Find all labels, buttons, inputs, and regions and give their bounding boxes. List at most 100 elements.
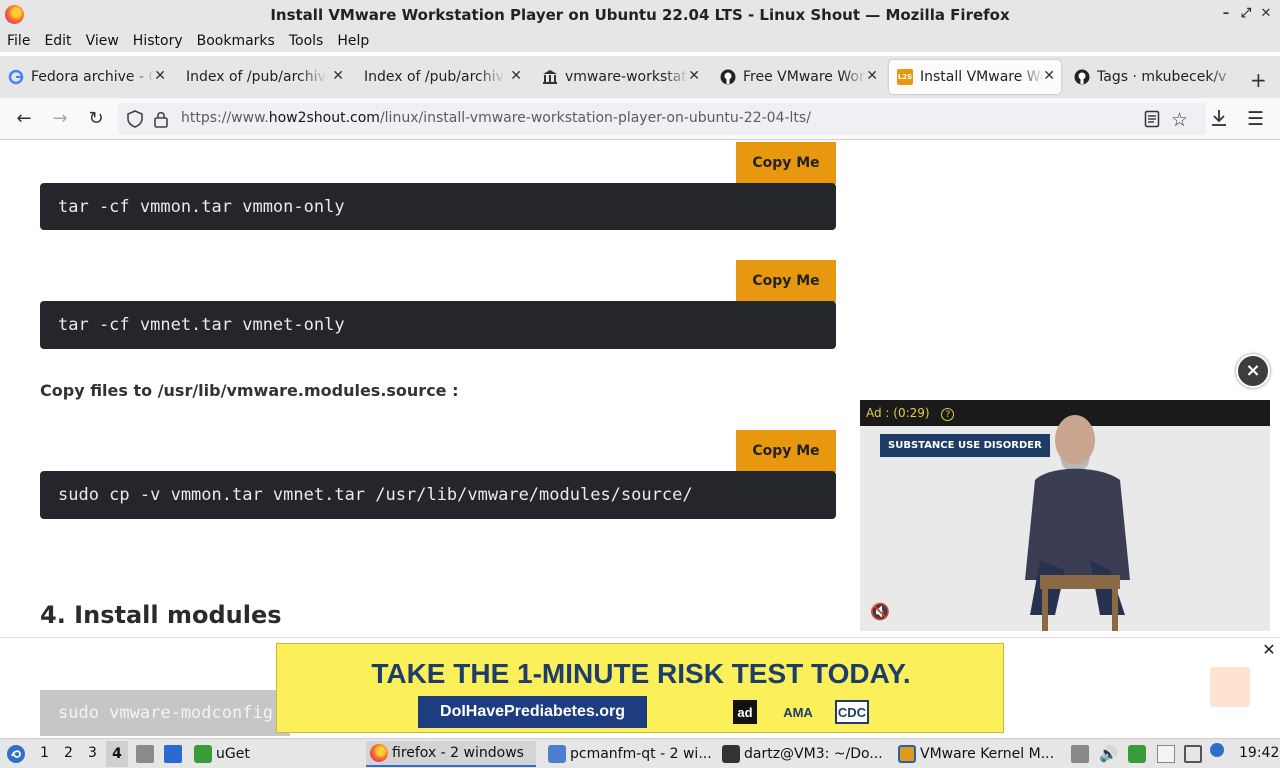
- ad-council-logo: ad: [733, 700, 757, 724]
- navigation-bar: ← → ↻ https://www.how2shout.com/linux/in…: [0, 98, 1280, 140]
- ad-timer-label: Ad : (0:29): [866, 406, 930, 420]
- workspace-1[interactable]: 1: [40, 745, 49, 761]
- uget-tray-icon[interactable]: [1128, 745, 1146, 763]
- workspace-4[interactable]: 4: [106, 741, 128, 767]
- task-uget[interactable]: uGet: [194, 741, 354, 767]
- workspace-3[interactable]: 3: [88, 745, 97, 761]
- task-label: dartz@VM3: ~/Do...: [744, 746, 883, 762]
- clock[interactable]: 19:42: [1239, 745, 1279, 761]
- menu-help[interactable]: Help: [330, 33, 376, 49]
- task-firefox[interactable]: firefox - 2 windows: [366, 741, 536, 767]
- workspace-2[interactable]: 2: [64, 745, 73, 761]
- tab-label: Tags · mkubecek/v: [1097, 69, 1227, 85]
- tab-vmware-workstation[interactable]: vmware-workstatio ✕: [534, 60, 706, 94]
- close-window-button[interactable]: ✕: [1257, 5, 1275, 23]
- file-manager-launcher-icon[interactable]: [136, 745, 154, 763]
- tab-label: Index of /pub/archive: [364, 69, 506, 85]
- tab-close-icon[interactable]: ✕: [688, 68, 700, 84]
- tab-fedora-archive[interactable]: Fedora archive - G ✕: [0, 60, 172, 94]
- banner-ad[interactable]: TAKE THE 1-MINUTE RISK TEST TODAY. DoIHa…: [276, 643, 1004, 733]
- code-block-2: tar -cf vmnet.tar vmnet-only: [40, 301, 836, 349]
- notes-tray-icon[interactable]: [1157, 745, 1175, 763]
- uget-icon: [194, 745, 212, 763]
- reload-button[interactable]: ↻: [85, 108, 107, 130]
- desktop-launcher-icon[interactable]: [164, 745, 182, 763]
- menu-edit[interactable]: Edit: [37, 33, 78, 49]
- banner-url-button[interactable]: DoIHavePrediabetes.org: [418, 696, 647, 728]
- bottom-ad-region: sudo vmware-modconfig TAKE THE 1-MINUTE …: [0, 637, 1280, 738]
- firefox-logo-icon: [5, 5, 24, 24]
- tab-label: Fedora archive - G: [31, 69, 155, 85]
- cdc-logo: CDC: [835, 700, 869, 724]
- tab-close-icon[interactable]: ✕: [332, 68, 344, 84]
- tab-close-icon[interactable]: ✕: [510, 68, 522, 84]
- window-title: Install VMware Workstation Player on Ubu…: [270, 6, 1010, 24]
- tab-label: Free VMware Work: [743, 69, 867, 85]
- tab-install-vmware[interactable]: L2S Install VMware Wo ✕: [889, 60, 1061, 94]
- github-icon: [720, 69, 736, 85]
- menu-file[interactable]: File: [0, 33, 37, 49]
- help-icon[interactable]: ?: [941, 408, 955, 421]
- tab-label: Install VMware Wo: [920, 69, 1044, 85]
- scroll-to-top-button[interactable]: [1210, 667, 1250, 707]
- tab-index-pub-archive-2[interactable]: Index of /pub/archive ✕: [356, 60, 528, 94]
- copy-button-3[interactable]: Copy Me: [736, 430, 836, 472]
- back-button[interactable]: ←: [13, 108, 35, 130]
- start-menu-icon[interactable]: [6, 744, 26, 768]
- folder-icon: [548, 745, 566, 763]
- tab-close-icon[interactable]: ✕: [154, 68, 166, 84]
- forward-button[interactable]: →: [49, 108, 71, 130]
- task-label: uGet: [216, 746, 250, 762]
- taskbar: 1 2 3 4 uGet firefox - 2 windows pcmanfm…: [0, 738, 1280, 768]
- task-terminal[interactable]: dartz@VM3: ~/Do...: [722, 741, 892, 767]
- lock-icon[interactable]: [154, 110, 168, 132]
- maximize-button[interactable]: ⤢: [1237, 5, 1255, 23]
- menu-bookmarks[interactable]: Bookmarks: [190, 33, 282, 49]
- downloads-icon[interactable]: [1210, 109, 1228, 131]
- minimize-button[interactable]: –: [1217, 5, 1235, 23]
- mute-icon[interactable]: 🔇: [870, 602, 890, 621]
- code-block-3: sudo cp -v vmmon.tar vmnet.tar /usr/lib/…: [40, 471, 836, 519]
- menu-bar: File Edit View History Bookmarks Tools H…: [0, 30, 1280, 52]
- clipboard-tray-icon[interactable]: [1071, 745, 1089, 763]
- video-person-image: [1025, 415, 1130, 631]
- tab-strip: Fedora archive - G ✕ Index of /pub/archi…: [0, 56, 1280, 98]
- video-ad-close-button[interactable]: ×: [1236, 354, 1270, 388]
- hamburger-menu-icon[interactable]: ☰: [1247, 108, 1264, 130]
- terminal-icon: [722, 745, 740, 763]
- tab-free-vmware-workstation[interactable]: Free VMware Work ✕: [712, 60, 884, 94]
- task-vmware-kernel[interactable]: VMware Kernel M...: [898, 741, 1060, 767]
- tab-close-icon[interactable]: ✕: [1043, 68, 1055, 84]
- volume-icon[interactable]: 🔊: [1099, 745, 1118, 763]
- video-ad[interactable]: Ad : (0:29) ? SUBSTANCE USE DISORDER 🔇: [860, 400, 1270, 631]
- tab-label: Index of /pub/archive: [186, 69, 328, 85]
- notification-icon[interactable]: [1210, 743, 1224, 757]
- task-pcmanfm[interactable]: pcmanfm-qt - 2 wi...: [548, 741, 718, 767]
- code-block-1: tar -cf vmmon.tar vmmon-only: [40, 183, 836, 230]
- menu-view[interactable]: View: [79, 33, 126, 49]
- url-text[interactable]: https://www.how2shout.com/linux/install-…: [181, 110, 811, 126]
- tab-close-icon[interactable]: ✕: [866, 68, 878, 84]
- bookmark-star-icon[interactable]: ☆: [1171, 109, 1188, 131]
- url-bar[interactable]: https://www.how2shout.com/linux/install-…: [118, 103, 1206, 135]
- tab-tags-mkubecek[interactable]: Tags · mkubecek/v: [1066, 60, 1238, 94]
- menu-tools[interactable]: Tools: [282, 33, 331, 49]
- copy-button-2[interactable]: Copy Me: [736, 260, 836, 302]
- ama-logo: AMA: [783, 704, 813, 720]
- menu-history[interactable]: History: [126, 33, 190, 49]
- display-tray-icon[interactable]: [1184, 745, 1202, 763]
- github-icon: [1074, 69, 1090, 85]
- section-heading-install-modules: 4. Install modules: [40, 601, 282, 629]
- new-tab-button[interactable]: +: [1250, 68, 1267, 92]
- vmware-icon: [898, 745, 916, 763]
- task-label: pcmanfm-qt - 2 wi...: [570, 746, 712, 762]
- shield-icon[interactable]: [127, 110, 143, 132]
- banner-headline: TAKE THE 1-MINUTE RISK TEST TODAY.: [371, 658, 911, 689]
- task-label: VMware Kernel M...: [920, 746, 1055, 762]
- copy-button-1[interactable]: Copy Me: [736, 142, 836, 184]
- window-titlebar: Install VMware Workstation Player on Ubu…: [0, 0, 1280, 30]
- code-block-4: sudo vmware-modconfig: [40, 690, 290, 736]
- banner-close-button[interactable]: ✕: [1259, 640, 1279, 660]
- tab-index-pub-archive-1[interactable]: Index of /pub/archive ✕: [178, 60, 350, 94]
- reader-view-icon[interactable]: [1144, 110, 1160, 132]
